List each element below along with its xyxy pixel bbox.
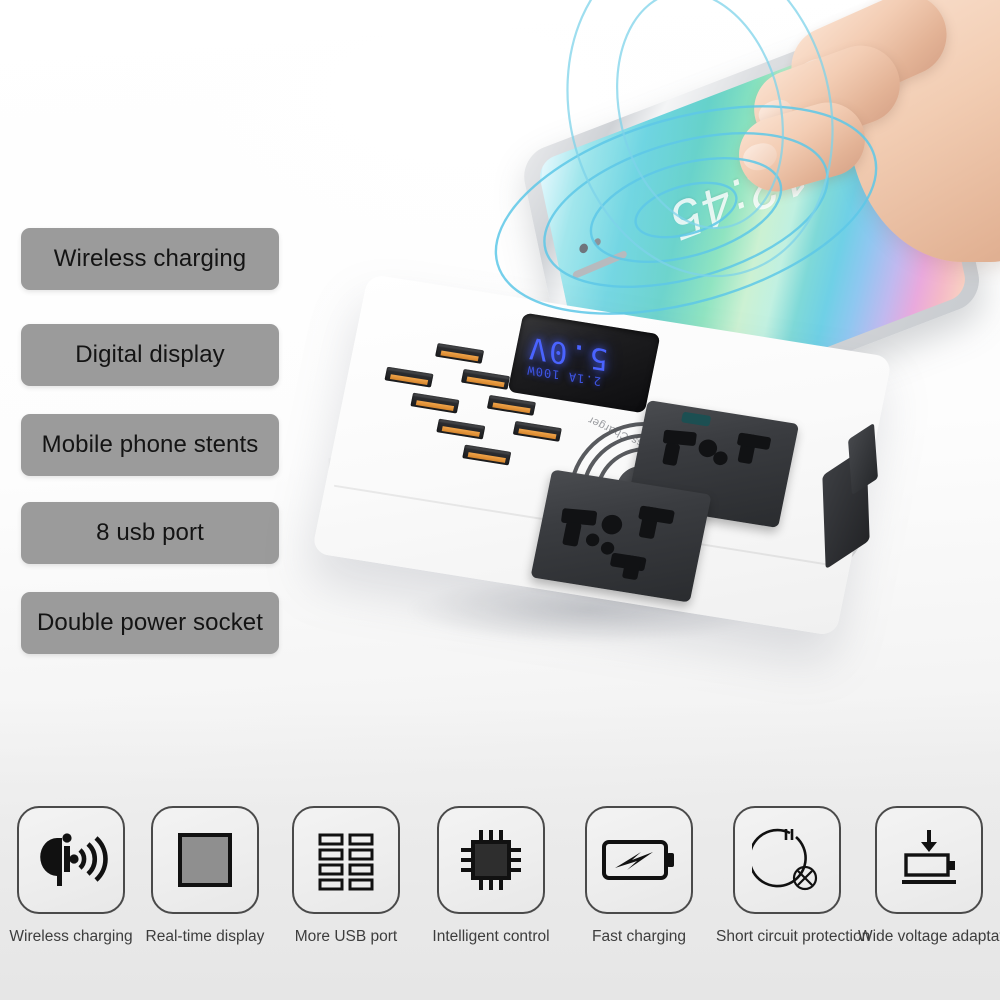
feature-icon-strip: Wireless charging Real-time display More… [0,806,1000,966]
usb-port [512,420,562,442]
feature-pill-double-power-socket[interactable]: Double power socket [21,592,279,654]
feature-icon-cell-fast-charging[interactable]: Fast charging [568,806,710,946]
socket-slot [621,554,642,581]
usb-port [384,366,434,388]
display-square-icon [178,833,232,887]
icon-frame [292,806,400,914]
feature-icon-label: Wide voltage adaptation [858,928,1000,945]
icon-frame [875,806,983,914]
socket-slot [562,521,582,547]
feature-pill-label: Digital display [75,341,225,368]
feature-icon-label: More USB port [294,928,398,945]
product-marketing-image: Wireless charging Digital display Mobile… [0,0,1000,1000]
chip-cpu-icon [461,830,521,890]
icon-frame [151,806,259,914]
short-circuit-icon [752,828,818,891]
usb-port [460,368,511,390]
feature-icon-label: Real-time display [145,928,265,945]
feature-icon-cell-wide-voltage-adaptation[interactable]: Wide voltage adaptation [858,806,1000,946]
feature-icon-cell-more-usb-port[interactable]: More USB port [275,806,417,946]
feature-pill-mobile-phone-stents[interactable]: Mobile phone stents [21,414,279,476]
feature-icon-cell-short-circuit-protection[interactable]: Short circuit protection [716,806,871,946]
feature-pill-digital-display[interactable]: Digital display [21,324,279,386]
qi-wireless-icon [40,833,108,886]
socket-slot [662,442,681,467]
feature-icon-label: Wireless charging [9,928,133,945]
feature-pill-label: Wireless charging [53,245,247,272]
icon-frame [585,806,693,914]
socket-ground-slot [680,411,712,427]
usb-port [486,394,536,416]
icon-frame [17,806,125,914]
icon-frame [733,806,841,914]
feature-icon-label: Intelligent control [432,928,550,945]
socket-pin-hole [711,450,729,467]
fingernail [740,139,781,175]
socket-pin-hole [599,513,624,536]
usb-port [436,418,486,440]
feature-pill-label: 8 usb port [96,519,204,546]
socket-pin-hole [584,532,601,548]
hand-holding-phone [730,0,1000,332]
icon-frame [437,806,545,914]
feature-icon-label: Fast charging [592,928,686,945]
feature-icon-cell-intelligent-control[interactable]: Intelligent control [420,806,562,946]
feature-pill-label: Double power socket [36,609,264,636]
feature-icon-cell-real-time-display[interactable]: Real-time display [134,806,276,946]
usb-port [410,392,460,414]
product-photo-scene: 12:45 5.0V 2.1A 100W Wireless Charger [300,0,1000,720]
battery-bolt-icon [602,840,674,880]
feature-pill-wireless-charging[interactable]: Wireless charging [21,228,279,290]
feature-icon-label: Short circuit protection [716,928,871,945]
usb-charging-station: 5.0V 2.1A 100W Wireless Charger [311,273,893,670]
usb-port [462,444,512,466]
wide-voltage-icon [902,830,956,884]
feature-pill-label: Mobile phone stents [41,431,259,458]
feature-icon-cell-wireless-charging[interactable]: Wireless charging [0,806,142,946]
usb-ports-grid-icon [318,833,374,891]
feature-pill-8-usb-port[interactable]: 8 usb port [21,502,279,564]
